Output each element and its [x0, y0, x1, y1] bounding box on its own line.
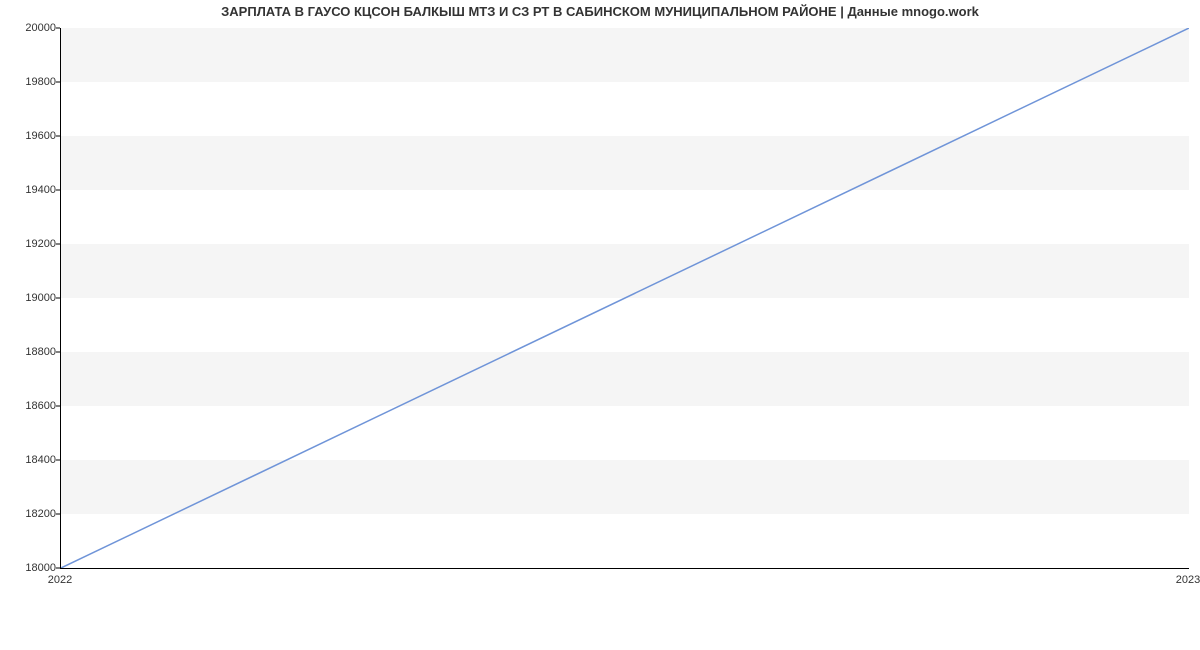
y-tick-label: 19600 — [0, 130, 56, 142]
y-tick-label: 18200 — [0, 508, 56, 520]
y-tick-mark — [56, 514, 60, 515]
y-tick-mark — [56, 406, 60, 407]
y-tick-mark — [56, 298, 60, 299]
y-tick-label: 18400 — [0, 454, 56, 466]
y-tick-mark — [56, 82, 60, 83]
y-tick-mark — [56, 190, 60, 191]
y-tick-label: 19400 — [0, 184, 56, 196]
y-tick-mark — [56, 460, 60, 461]
y-tick-label: 18800 — [0, 346, 56, 358]
data-line — [61, 28, 1189, 568]
chart-title: ЗАРПЛАТА В ГАУСО КЦСОН БАЛКЫШ МТЗ И СЗ Р… — [0, 4, 1200, 19]
x-tick-label: 2022 — [48, 574, 72, 586]
y-tick-mark — [56, 352, 60, 353]
y-tick-label: 19000 — [0, 292, 56, 304]
chart-container: ЗАРПЛАТА В ГАУСО КЦСОН БАЛКЫШ МТЗ И СЗ Р… — [0, 0, 1200, 650]
line-layer — [61, 28, 1189, 568]
y-tick-label: 18000 — [0, 562, 56, 574]
y-tick-mark — [56, 568, 60, 569]
y-tick-label: 19800 — [0, 76, 56, 88]
y-tick-mark — [56, 244, 60, 245]
y-tick-mark — [56, 28, 60, 29]
y-tick-label: 18600 — [0, 400, 56, 412]
y-tick-label: 20000 — [0, 22, 56, 34]
x-tick-label: 2023 — [1176, 574, 1200, 586]
y-tick-mark — [56, 136, 60, 137]
y-tick-label: 19200 — [0, 238, 56, 250]
plot-area — [60, 28, 1189, 569]
